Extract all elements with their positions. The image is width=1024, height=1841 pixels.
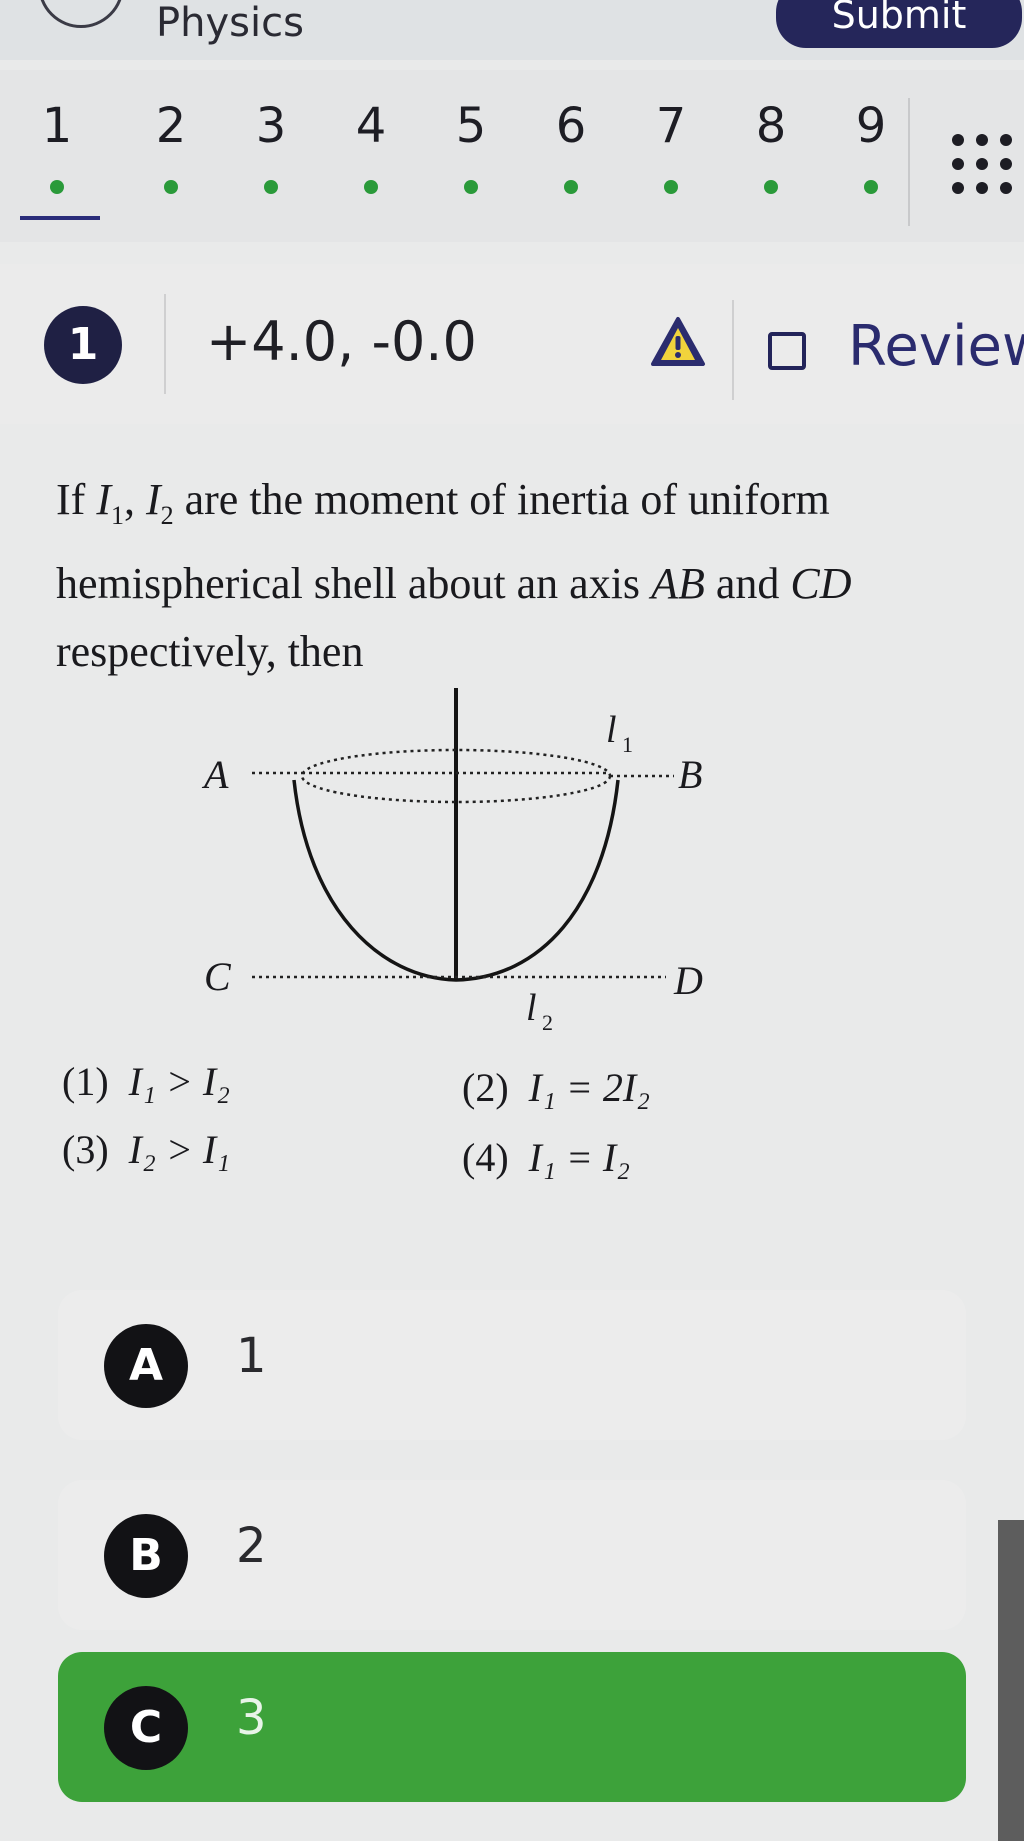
question-text-part: If (56, 475, 97, 524)
answer-choice-c[interactable]: C 3 (58, 1652, 966, 1802)
top-bar: Physics Submit (0, 0, 1024, 60)
option-number: (1) (62, 1059, 109, 1104)
option-number: (4) (462, 1135, 509, 1180)
answer-choice-b[interactable]: B 2 (58, 1480, 966, 1630)
question-nav-item-1[interactable]: 1 (22, 98, 92, 154)
choice-value: 2 (236, 1518, 267, 1574)
screen-edge-shadow (998, 1520, 1024, 1841)
review-label[interactable]: Review (848, 314, 1024, 379)
question-text-part: and (704, 558, 791, 608)
option-expression: I₁ = 2I₂ (528, 1065, 651, 1110)
review-checkbox[interactable] (768, 332, 806, 370)
choice-letter-badge: B (104, 1514, 188, 1598)
question-nav-item-6[interactable]: 6 (536, 98, 606, 154)
question-nav-item-3[interactable]: 3 (236, 98, 306, 154)
question-nav-item-4[interactable]: 4 (336, 98, 406, 154)
active-question-indicator (20, 216, 100, 220)
status-dot (264, 180, 278, 194)
status-dot (664, 180, 678, 194)
label-l1-subscript: 1 (622, 732, 633, 757)
choice-value: 3 (236, 1690, 267, 1746)
question-text-part: , (123, 475, 146, 524)
axis-ab-label: AB (651, 558, 705, 608)
grid-menu-icon[interactable] (948, 130, 1024, 200)
question-nav-item-5[interactable]: 5 (436, 98, 506, 154)
divider (908, 98, 910, 226)
status-dot (50, 180, 64, 194)
question-subscript: 1 (110, 500, 124, 530)
status-dot (164, 180, 178, 194)
question-variable: I (96, 475, 111, 524)
label-c: C (204, 954, 232, 999)
axis-cd-label: CD (790, 558, 852, 608)
question-text-part: respectively, then (56, 626, 364, 676)
report-warning-icon[interactable] (650, 316, 706, 368)
status-dot (364, 180, 378, 194)
label-a: A (201, 752, 229, 797)
question-nav-item-9[interactable]: 9 (836, 98, 906, 154)
printed-option-4: (4) I₁ = I₂ (462, 1134, 630, 1181)
option-number: (2) (462, 1065, 509, 1110)
question-variable: I (145, 475, 161, 524)
option-expression: I₁ = I₂ (528, 1135, 631, 1180)
choice-letter-badge: A (104, 1324, 188, 1408)
subject-icon[interactable] (38, 0, 124, 28)
submit-button[interactable]: Submit (776, 0, 1022, 48)
question-number-badge: 1 (44, 306, 122, 384)
option-expression: I₁ > I₂ (128, 1059, 231, 1104)
status-dot (864, 180, 878, 194)
label-b: B (678, 752, 702, 797)
hemisphere-diagram: A B C D l 1 l 2 (201, 688, 703, 1035)
printed-option-1: (1) I₁ > I₂ (62, 1058, 230, 1105)
choice-value: 1 (236, 1328, 267, 1384)
marking-scheme: +4.0, -0.0 (206, 310, 477, 373)
question-nav-item-2[interactable]: 2 (136, 98, 206, 154)
question-nav-item-8[interactable]: 8 (736, 98, 806, 154)
answer-choice-a[interactable]: A 1 (58, 1290, 966, 1440)
label-l2-subscript: 2 (542, 1010, 553, 1035)
divider (732, 300, 734, 400)
label-l2: l (526, 987, 537, 1029)
question-subscript: 2 (160, 500, 174, 530)
label-l1: l (606, 709, 617, 751)
status-dot (464, 180, 478, 194)
printed-option-3: (3) I₂ > I₁ (62, 1126, 230, 1173)
question-text: If I1, I2 are the moment of inertia of u… (56, 466, 992, 686)
option-number: (3) (62, 1127, 109, 1172)
subject-name: Physics (156, 0, 304, 46)
question-navigator: 1 2 3 4 5 6 7 8 9 (0, 70, 1024, 242)
option-expression: I₂ > I₁ (128, 1127, 231, 1172)
choice-letter-badge: C (104, 1686, 188, 1770)
printed-option-2: (2) I₁ = 2I₂ (462, 1064, 650, 1111)
question-nav-item-7[interactable]: 7 (636, 98, 706, 154)
status-dot (764, 180, 778, 194)
divider (164, 294, 166, 394)
label-d: D (673, 958, 703, 1003)
question-info-bar: 1 +4.0, -0.0 Review (0, 264, 1024, 424)
status-dot (564, 180, 578, 194)
